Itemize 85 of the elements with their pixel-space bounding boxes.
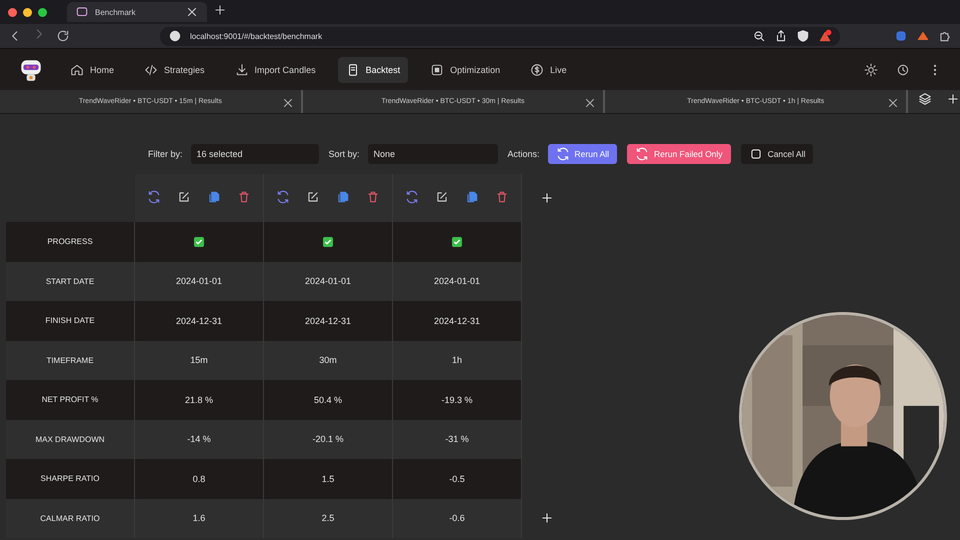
- download-icon: [234, 62, 249, 76]
- table-cell: 2024-01-01: [135, 262, 264, 301]
- edit-icon[interactable]: [177, 190, 191, 204]
- puzzle-icon[interactable]: [938, 29, 952, 43]
- refresh-icon[interactable]: [276, 190, 290, 204]
- maximize-window-button[interactable]: [38, 8, 47, 16]
- close-icon[interactable]: [185, 5, 199, 19]
- sort-label: Sort by:: [328, 149, 360, 159]
- dollar-icon: [530, 62, 544, 76]
- action-button[interactable]: Cancel All: [740, 144, 814, 164]
- code-icon: [144, 62, 158, 76]
- table-cell: 1.5: [264, 459, 393, 498]
- nav-item[interactable]: Live: [522, 56, 575, 82]
- reload-icon[interactable]: [56, 29, 70, 43]
- shield-icon[interactable]: [796, 29, 810, 43]
- table-cell: 2024-01-01: [264, 262, 393, 301]
- nav-item[interactable]: Optimization: [422, 56, 508, 82]
- extension-icon[interactable]: [916, 29, 930, 43]
- row-label: FINISH DATE: [6, 301, 135, 340]
- filter-label: Filter by:: [148, 149, 183, 159]
- table-cell: 2024-12-31: [393, 301, 522, 340]
- refresh-icon[interactable]: [405, 190, 419, 204]
- table-cell: -0.6: [393, 498, 522, 538]
- share-icon[interactable]: [774, 29, 788, 43]
- trash-icon[interactable]: [237, 190, 251, 204]
- sun-icon[interactable]: [864, 62, 878, 76]
- table-cell: -20.1 %: [264, 420, 393, 459]
- refresh-icon: [635, 147, 650, 161]
- table-cell: 30m: [264, 340, 393, 380]
- extension-icon[interactable]: [894, 29, 908, 43]
- table-cell: -19.3 %: [393, 380, 522, 420]
- row-label: NET PROFIT %: [6, 380, 135, 420]
- nav-item[interactable]: Backtest: [338, 56, 408, 82]
- trash-icon[interactable]: [366, 190, 380, 204]
- copy-icon[interactable]: [465, 190, 479, 204]
- add-row-icon[interactable]: [540, 511, 554, 526]
- layers-icon[interactable]: [918, 92, 932, 106]
- row-label: CALMAR RATIO: [6, 498, 135, 538]
- add-tab-icon[interactable]: [946, 92, 960, 106]
- table-cell: -0.5: [393, 459, 522, 498]
- extension-icon[interactable]: [818, 29, 832, 43]
- table-cell: 50.4 %: [264, 380, 393, 420]
- add-column-icon[interactable]: [540, 191, 554, 205]
- table-cell: 1.6: [135, 498, 264, 538]
- table-cell: 1h: [393, 340, 522, 380]
- address-bar[interactable]: localhost:9001/#/backtest/benchmark: [160, 26, 840, 46]
- row-label: TIMEFRAME: [6, 340, 135, 380]
- refresh-icon: [556, 147, 570, 161]
- tab-title: Benchmark: [95, 8, 136, 16]
- table-cell: -14 %: [135, 420, 264, 459]
- table-cell: 15m: [135, 340, 264, 380]
- new-tab-icon[interactable]: [213, 2, 227, 16]
- filter-dropdown[interactable]: 16 selected: [190, 144, 319, 164]
- action-button[interactable]: Rerun All: [548, 144, 618, 164]
- table-cell: 2024-01-01: [393, 262, 522, 301]
- minimize-window-button[interactable]: [23, 8, 32, 16]
- home-icon: [70, 62, 84, 76]
- table-cell: 2.5: [264, 498, 393, 538]
- row-label: START DATE: [6, 262, 135, 301]
- browser-tab[interactable]: Benchmark: [67, 2, 207, 22]
- url-text: localhost:9001/#/backtest/benchmark: [190, 32, 324, 40]
- square-icon: [748, 147, 763, 161]
- sort-dropdown[interactable]: None: [368, 144, 498, 164]
- nav-item[interactable]: Strategies: [136, 56, 213, 82]
- row-label: MAX DRAWDOWN: [6, 420, 135, 459]
- edit-icon[interactable]: [306, 190, 320, 204]
- table-cell: 21.8 %: [135, 380, 264, 420]
- row-label: PROGRESS: [6, 222, 135, 262]
- close-window-button[interactable]: [8, 8, 17, 16]
- chip-icon: [430, 62, 444, 76]
- row-label: SHARPE RATIO: [6, 459, 135, 498]
- clock-icon[interactable]: [896, 62, 910, 76]
- table-cell: -31 %: [393, 420, 522, 459]
- table-cell: 2024-12-31: [264, 301, 393, 340]
- copy-icon[interactable]: [207, 190, 221, 204]
- actions-label: Actions:: [508, 149, 540, 159]
- trash-icon[interactable]: [495, 190, 509, 204]
- copy-icon[interactable]: [336, 190, 350, 204]
- table-cell: 2024-12-31: [135, 301, 264, 340]
- table-cell: 0.8: [135, 459, 264, 498]
- refresh-icon[interactable]: [147, 190, 161, 204]
- edit-icon[interactable]: [435, 190, 449, 204]
- nav-item[interactable]: Home: [62, 56, 122, 82]
- zoom-icon[interactable]: [752, 29, 766, 43]
- nav-item[interactable]: Import Candles: [226, 56, 324, 82]
